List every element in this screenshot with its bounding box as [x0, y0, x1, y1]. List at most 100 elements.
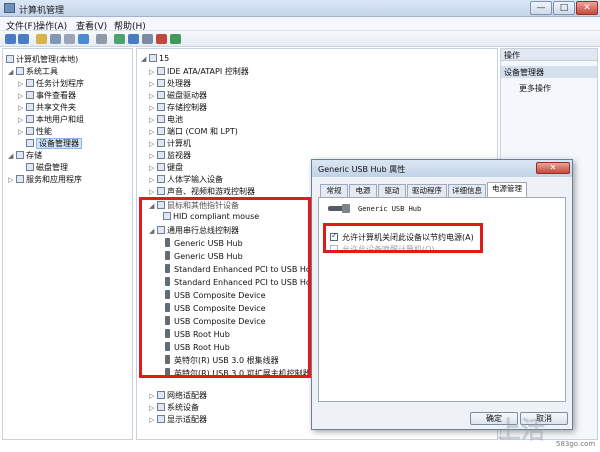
tree-item-shared-folders[interactable]: ▷ 共享文件夹: [18, 102, 76, 113]
help-icon[interactable]: [78, 34, 89, 44]
category-ports[interactable]: ▷ 端口 (COM 和 LPT): [149, 126, 238, 137]
device-manager-icon: [26, 139, 34, 147]
tree-item-task-scheduler[interactable]: ▷ 任务计划程序: [18, 78, 84, 89]
category-hid[interactable]: ▷ 人体学输入设备: [149, 174, 223, 185]
update-driver-icon[interactable]: [128, 34, 139, 44]
minimize-button[interactable]: —: [530, 1, 552, 15]
expand-icon[interactable]: ▷: [18, 80, 26, 88]
expand-icon[interactable]: ▷: [149, 404, 157, 412]
category-keyboards[interactable]: ▷ 键盘: [149, 162, 183, 173]
storage-controller-icon: [157, 103, 165, 111]
disk-icon: [157, 91, 165, 99]
category-monitors[interactable]: ▷ 监视器: [149, 150, 191, 161]
dialog-close-button[interactable]: ✕: [536, 162, 570, 174]
close-button[interactable]: ✕: [576, 1, 598, 15]
show-tree-icon[interactable]: [50, 34, 61, 44]
expand-icon[interactable]: ▷: [149, 68, 157, 76]
keyboard-icon: [157, 163, 165, 171]
maximize-button[interactable]: □: [553, 1, 575, 15]
title-bar: 计算机管理 — □ ✕: [0, 0, 600, 17]
actions-header: 操作: [501, 49, 597, 61]
event-icon: [26, 91, 34, 99]
watermark-url: 583go.com: [556, 440, 596, 448]
expand-icon[interactable]: ▷: [149, 92, 157, 100]
category-sound[interactable]: ▷ 声音、视频和游戏控制器: [149, 186, 255, 197]
expand-icon[interactable]: ▷: [18, 92, 26, 100]
tree-item-disk-management[interactable]: 磁盘管理: [18, 162, 68, 173]
device-name-label: Generic USB Hub: [358, 205, 422, 213]
usb-connector-icon: [342, 204, 350, 213]
back-icon[interactable]: [5, 34, 16, 44]
category-storage-controllers[interactable]: ▷ 存储控制器: [149, 102, 207, 113]
expand-icon[interactable]: ▷: [149, 140, 157, 148]
category-computer[interactable]: ▷ 计算机: [149, 138, 191, 149]
tree-item-event-viewer[interactable]: ▷ 事件查看器: [18, 90, 76, 101]
expand-icon[interactable]: ▷: [18, 128, 26, 136]
sound-icon: [157, 187, 165, 195]
enable-device-icon[interactable]: [170, 34, 181, 44]
category-ide[interactable]: ▷ IDE ATA/ATAPI 控制器: [149, 66, 249, 77]
tab-general[interactable]: 常规: [320, 184, 348, 198]
more-actions-link[interactable]: 更多操作: [519, 83, 551, 94]
expand-icon[interactable]: ▷: [149, 164, 157, 172]
category-processor[interactable]: ▷ 处理器: [149, 78, 191, 89]
properties-icon[interactable]: [64, 34, 75, 44]
collapse-icon[interactable]: ◢: [8, 68, 16, 76]
tab-details[interactable]: 详细信息: [448, 184, 486, 198]
category-disk-drives[interactable]: ▷ 磁盘驱动器: [149, 90, 207, 101]
collapse-icon[interactable]: ◢: [8, 152, 16, 160]
expand-icon[interactable]: ▷: [149, 392, 157, 400]
window-title: 计算机管理: [19, 6, 65, 16]
tab-advanced[interactable]: 驱动: [378, 184, 406, 198]
expand-icon[interactable]: ▷: [149, 152, 157, 160]
tree-item-services-apps[interactable]: ▷ 服务和应用程序: [8, 174, 82, 185]
device-tree-root[interactable]: ◢ 15: [141, 54, 169, 63]
forward-icon[interactable]: [18, 34, 29, 44]
ide-icon: [157, 67, 165, 75]
category-network-adapters[interactable]: ▷ 网络适配器: [149, 390, 207, 401]
actions-selected-item[interactable]: 设备管理器: [501, 66, 597, 78]
scan-hardware-icon[interactable]: [114, 34, 125, 44]
tab-power-management[interactable]: 电源管理: [487, 182, 527, 198]
uninstall-icon[interactable]: [156, 34, 167, 44]
processor-icon: [157, 79, 165, 87]
category-battery[interactable]: ▷ 电池: [149, 114, 183, 125]
navigation-tree: 计算机管理(本地) ◢ 系统工具 ▷ 任务计划程序 ▷ 事件查看器 ▷ 共享文件夹 ▷ 本…: [2, 48, 133, 440]
expand-icon[interactable]: ▷: [18, 116, 26, 124]
expand-icon[interactable]: ▷: [149, 80, 157, 88]
tree-item-storage[interactable]: ◢ 存储: [8, 150, 42, 161]
expand-icon[interactable]: ▷: [18, 104, 26, 112]
computer-icon: [149, 54, 157, 62]
disable-device-icon[interactable]: [142, 34, 153, 44]
expand-icon[interactable]: ▷: [149, 128, 157, 136]
tree-item-device-manager[interactable]: 设备管理器: [18, 138, 82, 149]
expand-icon[interactable]: ▷: [149, 188, 157, 196]
hid-icon: [157, 175, 165, 183]
display-icon: [157, 415, 165, 423]
collapse-icon[interactable]: ◢: [141, 55, 149, 63]
tab-driver[interactable]: 驱动程序: [407, 184, 447, 198]
category-system-devices[interactable]: ▷ 系统设备: [149, 402, 199, 413]
tools-icon: [16, 67, 24, 75]
expand-icon[interactable]: ▷: [149, 104, 157, 112]
expand-icon[interactable]: ▷: [149, 176, 157, 184]
expand-icon[interactable]: ▷: [8, 176, 16, 184]
tree-item-local-users[interactable]: ▷ 本地用户和组: [18, 114, 84, 125]
view-icon[interactable]: [96, 34, 107, 44]
network-icon: [157, 391, 165, 399]
performance-icon: [26, 127, 34, 135]
menu-bar: 文件(F) 操作(A) 查看(V) 帮助(H): [0, 17, 600, 32]
watermark-logo: 上活: [497, 415, 545, 444]
port-icon: [157, 127, 165, 135]
battery-icon: [157, 115, 165, 123]
expand-icon[interactable]: ▷: [149, 116, 157, 124]
tree-item-performance[interactable]: ▷ 性能: [18, 126, 52, 137]
tree-root[interactable]: 计算机管理(本地): [6, 54, 78, 65]
expand-icon[interactable]: ▷: [149, 416, 157, 424]
tab-power[interactable]: 电源: [349, 184, 377, 198]
properties-dialog: Generic USB Hub 属性 ✕ 常规 电源 驱动 驱动程序 详细信息 …: [311, 159, 573, 430]
category-display-adapters[interactable]: ▷ 显示适配器: [149, 414, 207, 425]
tree-item-system-tools[interactable]: ◢ 系统工具: [8, 66, 58, 77]
storage-icon: [16, 151, 24, 159]
up-folder-icon[interactable]: [36, 34, 47, 44]
